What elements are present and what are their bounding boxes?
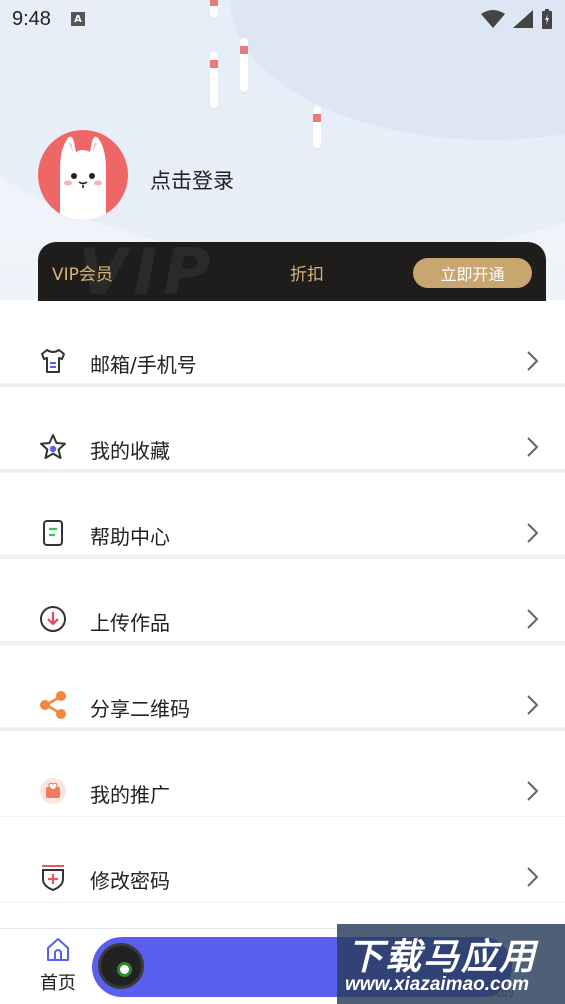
- menu-item-change-password[interactable]: 修改密码: [0, 817, 565, 903]
- menu-item-label: 上传作品: [90, 611, 170, 635]
- wifi-icon: [481, 10, 505, 28]
- home-icon: [47, 938, 69, 961]
- decorative-pole: [210, 52, 218, 108]
- menu-item-label: 修改密码: [90, 869, 170, 893]
- watermark-title: 下载马应用: [347, 937, 538, 978]
- menu-item-label: 我的收藏: [90, 439, 170, 463]
- tab-home-label: 首页: [40, 973, 76, 994]
- upload-download-icon: [38, 604, 68, 634]
- menu-item-my-promotion[interactable]: 我的推广: [0, 731, 565, 817]
- battery-icon: [542, 9, 552, 29]
- chevron-right-icon: [527, 437, 539, 457]
- menu-item-label: 邮箱/手机号: [90, 353, 197, 377]
- decorative-pole: [240, 38, 248, 92]
- chevron-right-icon: [527, 781, 539, 801]
- disc-icon[interactable]: [98, 943, 144, 989]
- vip-label: VIP会员: [52, 265, 113, 285]
- chevron-right-icon: [527, 695, 539, 715]
- menu-item-email-phone[interactable]: 邮箱/手机号: [0, 301, 565, 387]
- status-icons: [481, 9, 553, 29]
- vip-banner[interactable]: VIP VIP会员 折扣 立即开通: [38, 242, 546, 302]
- share-icon: [38, 690, 68, 720]
- status-time: 9:48: [12, 7, 51, 30]
- menu-item-share-qrcode[interactable]: 分享二维码: [0, 645, 565, 731]
- notification-icon: A: [70, 12, 85, 26]
- chevron-right-icon: [527, 523, 539, 543]
- menu-item-label: 分享二维码: [90, 697, 190, 721]
- tab-home[interactable]: 首页: [30, 935, 86, 1001]
- vip-discount: 折扣: [290, 265, 324, 285]
- menu-item-label: 帮助中心: [90, 525, 170, 549]
- shield-icon: [38, 862, 68, 892]
- vip-open-button[interactable]: 立即开通: [413, 258, 532, 288]
- alpaca-icon: [60, 136, 106, 220]
- status-bar: 9:48 A: [0, 0, 565, 38]
- chevron-right-icon: [527, 609, 539, 629]
- gift-icon: [38, 776, 68, 806]
- decorative-pole: [313, 106, 321, 148]
- shirt-icon: [38, 346, 68, 376]
- menu-item-help-center[interactable]: 帮助中心: [0, 473, 565, 559]
- document-icon: [38, 518, 68, 548]
- settings-menu: 邮箱/手机号 我的收藏 帮助中心 上传作品 分享二维码 我的推广 修改密码: [0, 301, 565, 903]
- chevron-right-icon: [527, 351, 539, 371]
- menu-item-upload-works[interactable]: 上传作品: [0, 559, 565, 645]
- star-icon: [38, 432, 68, 462]
- watermark-url: www.xiazaimao.com: [345, 974, 530, 995]
- menu-item-favorites[interactable]: 我的收藏: [0, 387, 565, 473]
- login-link[interactable]: 点击登录: [150, 165, 234, 195]
- menu-item-label: 我的推广: [90, 783, 170, 807]
- chevron-right-icon: [527, 867, 539, 887]
- signal-icon: [513, 10, 533, 28]
- avatar[interactable]: [38, 130, 128, 220]
- watermark: 下载马应用 www.xiazaimao.com: [337, 924, 565, 1004]
